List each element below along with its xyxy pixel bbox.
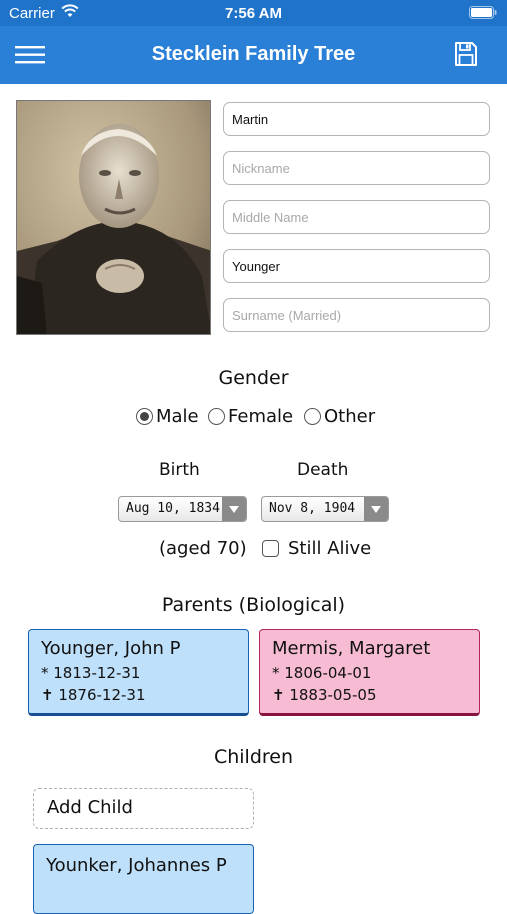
mother-card[interactable]: Mermis, Margaret * 1806-04-01 ✝ 1883-05-…: [259, 629, 480, 716]
radio-unselected-icon: [304, 407, 321, 425]
death-date-value: Nov 8, 1904: [269, 501, 356, 516]
mother-name: Mermis, Margaret: [272, 638, 431, 659]
father-birth: * 1813-12-31: [41, 664, 141, 682]
death-date-select[interactable]: Nov 8, 1904: [261, 496, 389, 522]
page-title: Stecklein Family Tree: [151, 43, 356, 65]
mother-birth: * 1806-04-01: [272, 664, 372, 682]
still-alive-label: Still Alive: [288, 538, 372, 559]
radio-selected-icon: [136, 407, 153, 425]
child-name: Younker, Johannes P: [46, 855, 227, 876]
father-death: ✝ 1876-12-31: [41, 686, 146, 704]
surname-married-field[interactable]: [223, 298, 490, 332]
nickname-field[interactable]: [223, 151, 490, 185]
surname-field[interactable]: [223, 249, 490, 283]
status-bar: Carrier 7:56 AM: [0, 0, 507, 26]
gender-female-label: Female: [228, 405, 294, 427]
gender-female-radio[interactable]: Female: [208, 404, 293, 428]
gender-label: Gender: [218, 367, 289, 389]
radio-unselected-icon: [208, 407, 225, 425]
father-name: Younger, John P: [41, 638, 181, 659]
first-name-field[interactable]: [223, 102, 490, 136]
checkbox-unchecked-icon[interactable]: [262, 540, 279, 557]
parents-label: Parents (Biological): [161, 594, 346, 616]
birth-label: Birth: [159, 460, 200, 480]
floppy-disk-save-icon[interactable]: [454, 41, 478, 67]
gender-other-radio[interactable]: Other: [304, 404, 375, 428]
status-time: 7:56 AM: [225, 5, 282, 22]
mother-death: ✝ 1883-05-05: [272, 686, 377, 704]
navigation-bar: Stecklein Family Tree: [0, 26, 507, 84]
gender-male-radio[interactable]: Male: [136, 404, 199, 428]
gender-radio-group: Male Female Other: [0, 404, 507, 428]
child-card[interactable]: Younker, Johannes P: [33, 844, 254, 914]
birth-date-select[interactable]: Aug 10, 1834: [118, 496, 247, 522]
birth-date-value: Aug 10, 1834: [126, 501, 220, 516]
person-photo[interactable]: [16, 100, 211, 335]
gender-other-label: Other: [324, 405, 376, 427]
death-label: Death: [297, 460, 349, 480]
middle-name-field[interactable]: [223, 200, 490, 234]
chevron-down-icon: [222, 497, 246, 521]
children-label: Children: [213, 746, 294, 768]
still-alive-toggle[interactable]: Still Alive: [262, 538, 371, 559]
gender-male-label: Male: [156, 405, 199, 427]
age-text: (aged 70): [159, 538, 247, 559]
add-child-button[interactable]: Add Child: [33, 788, 254, 829]
father-card[interactable]: Younger, John P * 1813-12-31 ✝ 1876-12-3…: [28, 629, 249, 716]
chevron-down-icon: [364, 497, 388, 521]
battery-icon: [469, 6, 497, 23]
